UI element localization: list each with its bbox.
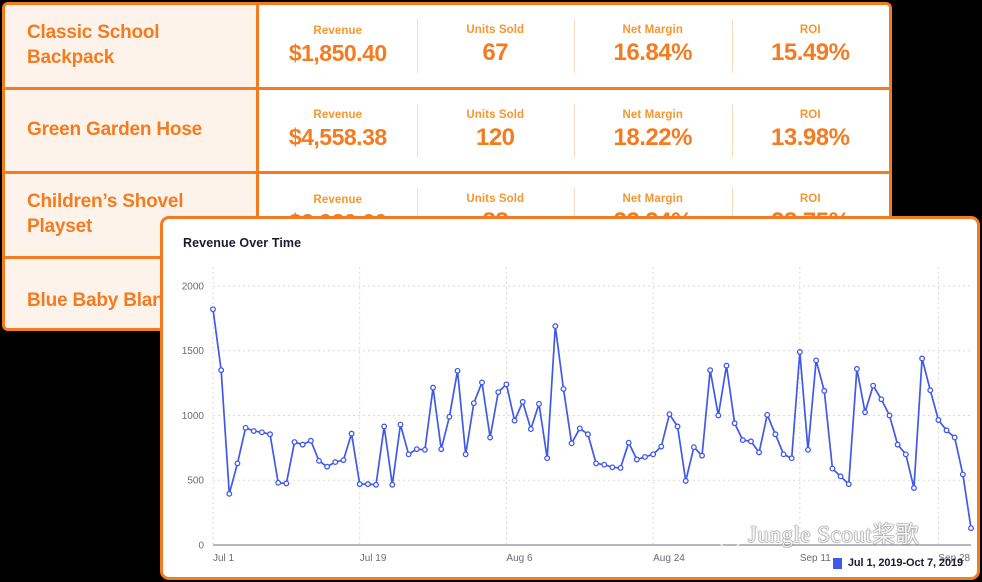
revenue-metric-value: $1,850.40 [289,40,387,67]
net-margin-metric-label: Net Margin [623,109,683,121]
svg-text:1500: 1500 [182,346,205,357]
net-margin-metric-label: Net Margin [623,24,683,36]
svg-text:0: 0 [198,541,204,552]
revenue-metric-value: $4,558.38 [289,124,387,151]
revenue-metric: Revenue $1,850.40 [259,5,417,87]
roi-metric: ROI 15.49% [732,5,890,87]
svg-text:Jul 1: Jul 1 [213,553,235,564]
chart-plot-area: 0 500 1000 1500 2000 Jul 1 Jul 19 Aug 6 Aug 24 Se… [163,261,977,579]
product-name: Classic School Backpack [27,21,234,70]
metrics-group: Revenue $4,558.38 Units Sold 120 Net Margin 1… [259,90,889,172]
svg-text:2000: 2000 [182,281,205,292]
svg-text:Jul 19: Jul 19 [360,553,387,564]
chart-legend[interactable]: Jul 1, 2019-Oct 7, 2019 [833,557,963,569]
metrics-group: Revenue $1,850.40 Units Sold 67 Net Margin 16… [259,5,889,87]
table-row[interactable]: Green Garden Hose Revenue $4,558.38 Units S… [5,90,889,175]
revenue-metric-label: Revenue [313,109,362,121]
product-name-cell[interactable]: Green Garden Hose [5,90,259,172]
roi-metric: ROI 13.98% [732,90,890,172]
legend-label: Jul 1, 2019-Oct 7, 2019 [848,557,963,569]
roi-metric-label: ROI [800,24,821,36]
chart-title: Revenue Over Time [183,236,301,250]
units-sold-metric: Units Sold 67 [417,5,575,87]
svg-text:Sep 11: Sep 11 [800,553,831,564]
roi-metric-value: 15.49% [771,39,849,67]
net-margin-metric: Net Margin 18.22% [574,90,732,172]
legend-color-swatch [833,558,842,569]
product-name: Green Garden Hose [27,118,202,142]
svg-text:Aug 6: Aug 6 [506,553,533,564]
units-sold-metric-label: Units Sold [466,109,524,121]
net-margin-metric-value: 16.84% [614,39,692,67]
units-sold-metric-value: 67 [482,39,508,67]
roi-metric-label: ROI [800,109,821,121]
units-sold-metric-label: Units Sold [466,193,524,205]
revenue-metric-label: Revenue [313,25,362,37]
revenue-line-chart: 0 500 1000 1500 2000 Jul 1 Jul 19 Aug 6 Aug 24 Se… [163,261,977,579]
net-margin-metric-value: 18.22% [614,124,692,152]
svg-text:Aug 24: Aug 24 [653,553,685,564]
roi-metric-value: 13.98% [771,124,849,152]
revenue-over-time-card: Revenue Over Time 0 500 1000 1500 2000 Jul 1 J… [160,216,980,580]
net-margin-metric-label: Net Margin [623,193,683,205]
product-name-cell[interactable]: Classic School Backpack [5,5,259,87]
units-sold-metric-label: Units Sold [466,24,524,36]
screenshot-root: Classic School Backpack Revenue $1,850.40 U… [0,0,982,582]
net-margin-metric: Net Margin 16.84% [574,5,732,87]
units-sold-metric-value: 120 [476,124,515,152]
revenue-metric-label: Revenue [313,194,362,206]
units-sold-metric: Units Sold 120 [417,90,575,172]
roi-metric-label: ROI [800,193,821,205]
svg-text:500: 500 [187,476,204,487]
svg-text:1000: 1000 [182,411,205,422]
revenue-metric: Revenue $4,558.38 [259,90,417,172]
table-row[interactable]: Classic School Backpack Revenue $1,850.40 U… [5,5,889,90]
